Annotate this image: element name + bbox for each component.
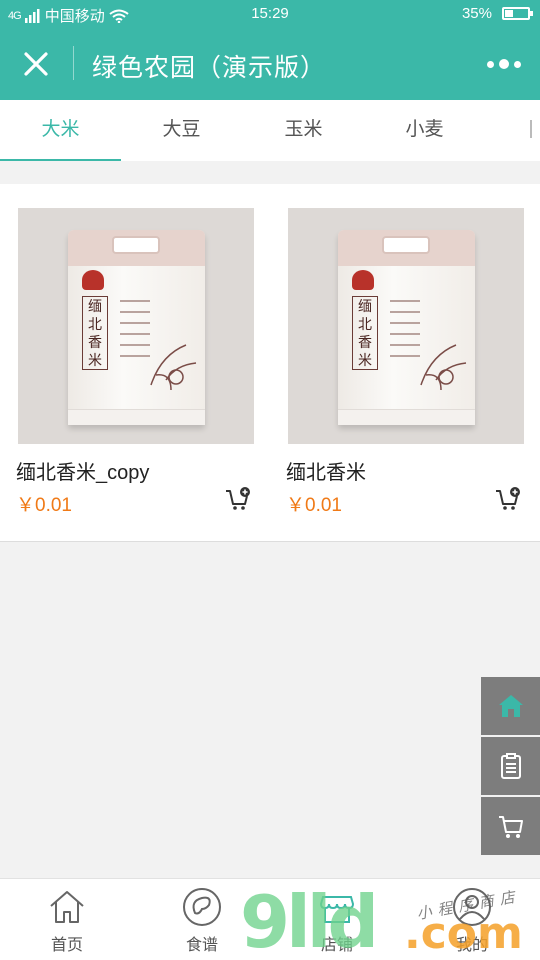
side-orders-button[interactable] <box>481 737 540 795</box>
more-dots-icon-center <box>499 59 509 69</box>
close-icon <box>24 52 48 76</box>
bag-bottom <box>338 409 475 425</box>
bag-logo <box>82 270 104 290</box>
title-bar: 绿色农园（演示版） <box>0 28 540 100</box>
product-image: 缅北香米 <box>18 208 254 444</box>
home-icon <box>498 695 523 717</box>
tab-wheat[interactable]: 小麦 <box>364 100 485 161</box>
tab-corn[interactable]: 玉米 <box>243 100 364 161</box>
cart-icon <box>498 816 523 838</box>
close-button[interactable] <box>18 46 54 82</box>
battery-icon <box>502 7 533 20</box>
bag-logo <box>352 270 374 290</box>
rice-bag-image: 缅北香米 <box>68 230 205 425</box>
tab-rice[interactable]: 大米 <box>0 100 121 161</box>
side-cart-button[interactable] <box>481 797 540 855</box>
bag-bottom <box>68 409 205 425</box>
house-icon <box>50 891 84 923</box>
title-divider <box>73 46 74 80</box>
nav-recipes-label: 食谱 <box>185 937 218 954</box>
nav-recipes[interactable]: 食谱 <box>152 887 252 955</box>
nav-home[interactable]: 首页 <box>17 887 117 955</box>
status-bar: 4G 中国移动 15:29 35% <box>0 0 540 28</box>
product-card[interactable]: 缅北香米 缅北香米 ￥0.01 <box>286 208 524 516</box>
status-time: 15:29 <box>251 5 289 22</box>
product-name: 缅北香米 <box>286 462 366 484</box>
battery-percent: 35% <box>461 5 492 22</box>
nav-profile-label: 我的 <box>455 937 488 954</box>
nav-store[interactable]: 店铺 <box>287 887 387 955</box>
user-icon <box>453 888 491 926</box>
tab-next-partial <box>530 120 540 138</box>
product-price: ￥0.01 <box>16 495 72 516</box>
bean-icon <box>183 888 221 926</box>
add-to-cart-icon[interactable] <box>224 486 252 514</box>
rice-bag-image: 缅北香米 <box>338 230 475 425</box>
product-image: 缅北香米 <box>288 208 524 444</box>
product-grid: 缅北香米 缅北香米_copy ￥0.01 缅北香米 缅北香米 ￥0.01 <box>0 184 540 542</box>
side-home-button[interactable] <box>481 677 540 735</box>
product-card[interactable]: 缅北香米 缅北香米_copy ￥0.01 <box>16 208 254 516</box>
more-dots-icon <box>487 60 494 68</box>
status-right: 35% <box>461 5 533 22</box>
category-tabs: 大米 大豆 玉米 小麦 <box>0 100 540 161</box>
bag-handle <box>112 236 160 254</box>
flower-decoration-icon <box>420 344 467 391</box>
bag-label: 缅北香米 <box>352 296 378 370</box>
more-options-button[interactable] <box>486 52 522 76</box>
nav-home-label: 首页 <box>50 937 83 954</box>
clipboard-icon <box>500 753 521 779</box>
tab-soybean[interactable]: 大豆 <box>121 100 242 161</box>
flower-decoration-icon <box>150 344 197 391</box>
bag-label: 缅北香米 <box>82 296 108 370</box>
nav-profile[interactable]: 我的 <box>422 887 522 955</box>
page-title: 绿色农园（演示版） <box>92 54 327 82</box>
nav-store-label: 店铺 <box>320 937 353 954</box>
more-dots-icon-right <box>514 60 521 68</box>
add-to-cart-icon[interactable] <box>494 486 522 514</box>
product-price: ￥0.01 <box>286 495 342 516</box>
product-name: 缅北香米_copy <box>16 462 150 484</box>
bottom-navigation: 首页 食谱 店铺 我的 <box>0 878 540 960</box>
store-icon <box>319 896 355 923</box>
bag-handle <box>382 236 430 254</box>
battery-fill <box>505 10 513 17</box>
